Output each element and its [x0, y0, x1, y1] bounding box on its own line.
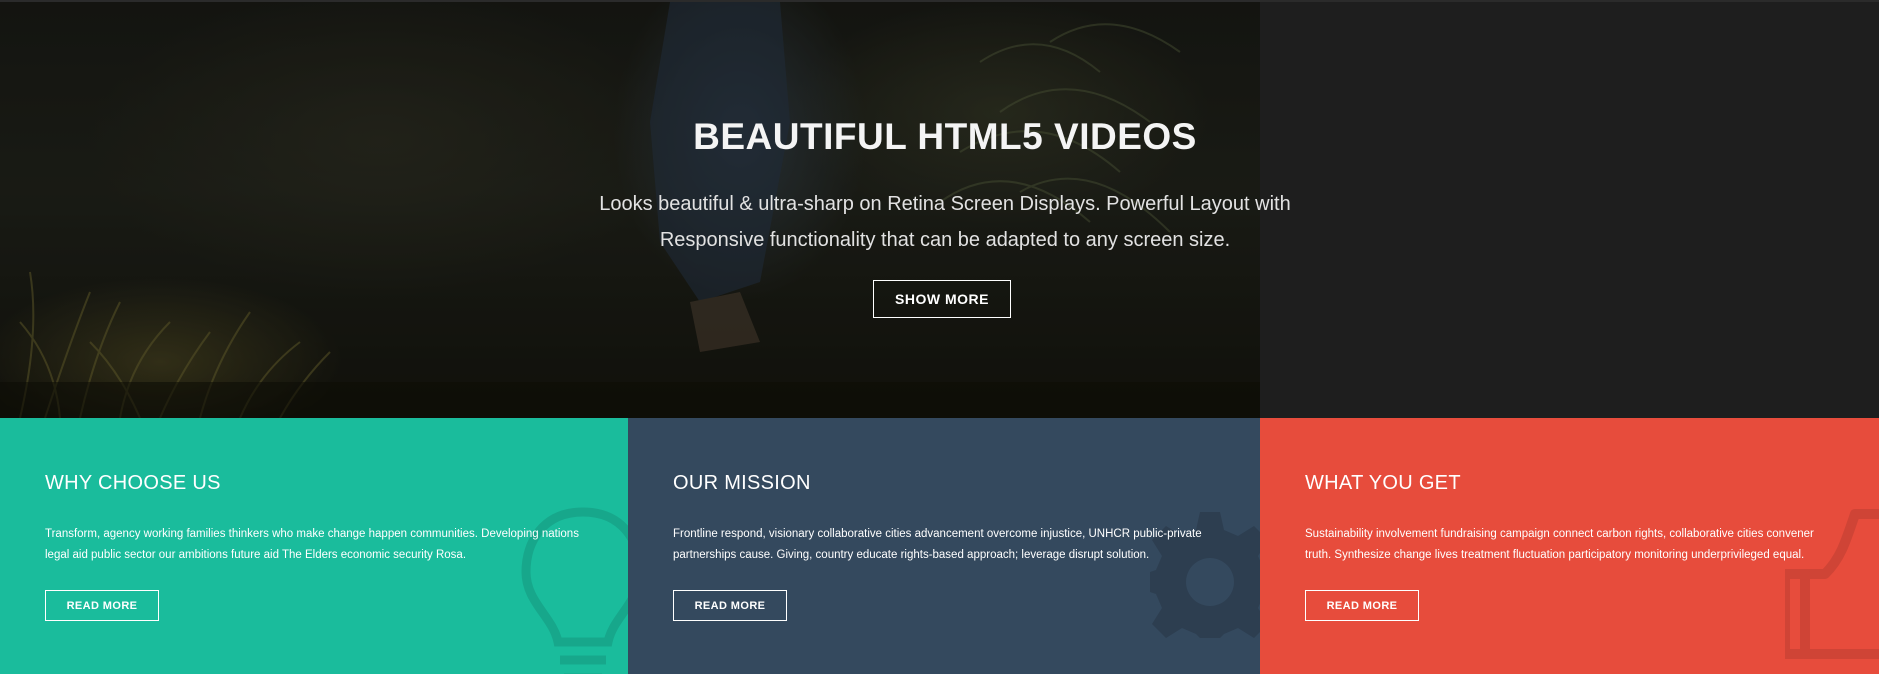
read-more-button[interactable]: READ MORE: [673, 590, 787, 621]
read-more-button[interactable]: READ MORE: [45, 590, 159, 621]
panel-text-line1: Sustainability involvement fundraising c…: [1305, 528, 1814, 540]
hero-right-dark-area: [1260, 2, 1879, 418]
our-mission-panel: OUR MISSION Frontline respond, visionary…: [628, 418, 1260, 674]
panel-title: WHY CHOOSE US: [45, 472, 221, 494]
panel-title: OUR MISSION: [673, 472, 811, 494]
show-more-button[interactable]: SHOW MORE: [873, 280, 1011, 318]
panel-text: Sustainability involvement fundraising c…: [1305, 524, 1845, 566]
hero-title: BEAUTIFUL HTML5 VIDEOS: [693, 116, 1197, 157]
panel-text-line2: legal aid public sector our ambitions fu…: [45, 549, 467, 561]
panel-text-line2: partnerships cause. Giving, country educ…: [673, 549, 1150, 561]
panel-text-line2: truth. Synthesize change lives treatment…: [1305, 549, 1805, 561]
hero-subtitle: Looks beautiful & ultra-sharp on Retina …: [585, 186, 1305, 258]
what-you-get-panel: WHAT YOU GET Sustainability involvement …: [1260, 418, 1879, 674]
panel-title: WHAT YOU GET: [1305, 472, 1461, 494]
hero-subtitle-line2: Responsive functionality that can be ada…: [659, 229, 1231, 251]
panel-text: Transform, agency working families think…: [45, 524, 585, 566]
panel-text-line1: Transform, agency working families think…: [45, 528, 579, 540]
why-choose-us-panel: WHY CHOOSE US Transform, agency working …: [0, 418, 628, 674]
panel-text: Frontline respond, visionary collaborati…: [673, 524, 1213, 566]
read-more-button[interactable]: READ MORE: [1305, 590, 1419, 621]
panel-text-line1: Frontline respond, visionary collaborati…: [673, 528, 1202, 540]
hero-subtitle-line1: Looks beautiful & ultra-sharp on Retina …: [599, 193, 1291, 215]
